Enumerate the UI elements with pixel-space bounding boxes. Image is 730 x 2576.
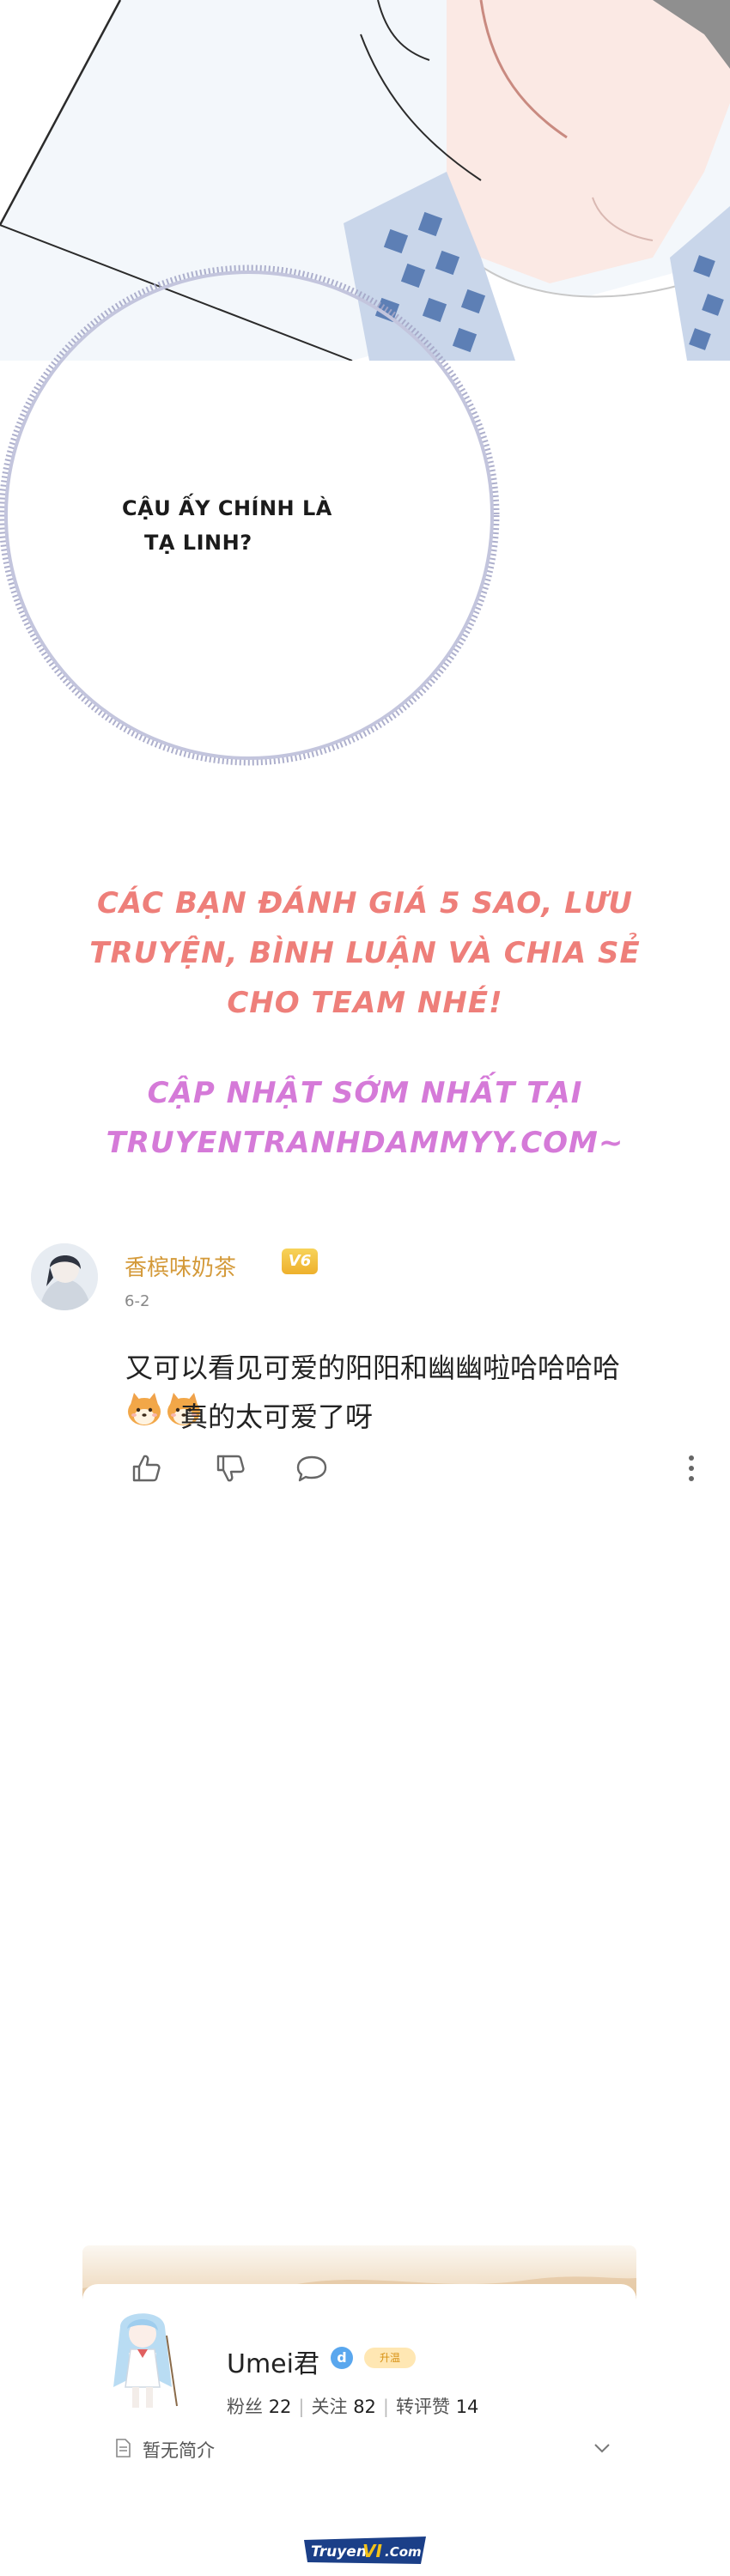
promo-line3: CHO TEAM NHÉ! <box>227 986 503 1020</box>
commenter-avatar[interactable] <box>31 1243 98 1310</box>
level-badge-text: 升温 <box>379 2352 400 2364</box>
comment-text-line2: 真的太可爱了呀 <box>180 1400 374 1433</box>
likes-count: 14 <box>455 2397 479 2417</box>
avatar-image <box>31 1243 98 1310</box>
profile-bio: 暂无简介 <box>143 2440 215 2461</box>
follow-count: 82 <box>353 2397 376 2417</box>
site-watermark-logo: Truyen VI .Com <box>304 2537 426 2564</box>
likes-label: 转评赞 <box>396 2397 450 2417</box>
reply-bubble-icon[interactable] <box>295 1451 329 1485</box>
profile-avatar[interactable] <box>94 2301 189 2417</box>
thumbs-up-icon[interactable] <box>129 1451 163 1485</box>
promo-line1: CÁC BẠN ĐÁNH GIÁ 5 SAO, LƯU <box>96 886 634 920</box>
more-vertical-icon[interactable] <box>687 1453 696 1484</box>
chevron-down-icon[interactable] <box>593 2442 611 2454</box>
verified-icon: d <box>331 2347 353 2369</box>
watermark-text-3: .Com <box>385 2544 422 2560</box>
bubble-text-line1: CẬU ẤY CHÍNH LÀ <box>122 496 332 520</box>
fans-label: 粉丝 <box>227 2397 263 2417</box>
watermark-text-1: Truyen <box>311 2543 367 2561</box>
follow-label: 关注 <box>311 2397 348 2417</box>
watermark-text-2: VI <box>362 2541 382 2561</box>
fans-count: 22 <box>268 2397 292 2417</box>
stats-divider: | <box>382 2397 389 2417</box>
promo-line2: TRUYỆN, BÌNH LUẬN VÀ CHIA SẺ <box>89 936 641 970</box>
level-badge: 升温 <box>364 2348 416 2368</box>
stats-divider: | <box>298 2397 305 2417</box>
shiba-emoji-icon <box>128 1393 161 1425</box>
thumbs-down-icon[interactable] <box>213 1451 247 1485</box>
profile-stats: 粉丝 22 | 关注 82 | 转评赞 14 <box>227 2393 478 2419</box>
promo-site-link[interactable]: TRUYENTRANHDAMMYY.COM~ <box>0 1126 730 1160</box>
vip-level-badge: V6 <box>282 1249 318 1274</box>
document-icon <box>116 2439 131 2458</box>
comment-text-line1: 又可以看见可爱的阳阳和幽幽啦哈哈哈哈 <box>125 1352 621 1384</box>
commenter-username[interactable]: 香槟味奶茶 <box>125 1250 236 1282</box>
promo-line4: CẬP NHẬT SỚM NHẤT TẠI <box>147 1076 583 1110</box>
comment-date: 6-2 <box>125 1292 150 1310</box>
profile-username[interactable]: Umei君 <box>227 2342 319 2380</box>
bubble-text-line2: TẠ LINH? <box>144 531 252 555</box>
